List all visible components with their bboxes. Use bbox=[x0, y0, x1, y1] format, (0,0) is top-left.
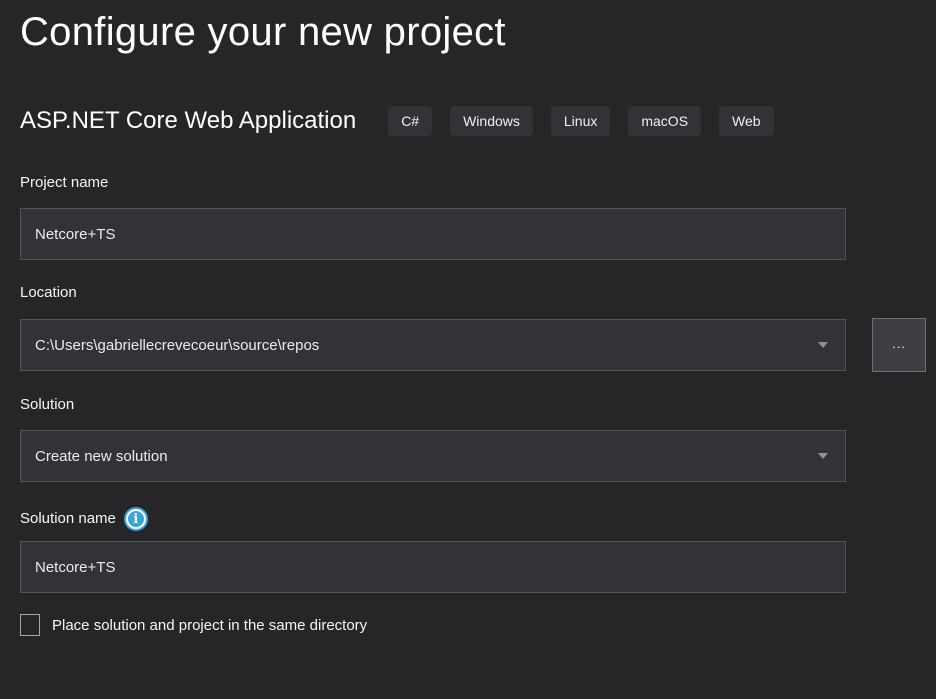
tag-windows: Windows bbox=[450, 106, 533, 136]
same-directory-checkbox-label: Place solution and project in the same d… bbox=[52, 617, 367, 634]
project-name-field: Project name bbox=[20, 174, 936, 260]
info-icon-glyph: i bbox=[133, 513, 138, 526]
location-row: C:\Users\gabriellecrevecoeur\source\repo… bbox=[20, 318, 936, 372]
chevron-down-icon bbox=[818, 453, 828, 459]
solution-field: Solution Create new solution bbox=[20, 396, 936, 482]
project-name-label: Project name bbox=[20, 174, 936, 192]
chevron-down-icon bbox=[818, 342, 828, 348]
tag-linux: Linux bbox=[551, 106, 610, 136]
configure-project-dialog: Configure your new project ASP.NET Core … bbox=[0, 8, 936, 636]
template-info-row: ASP.NET Core Web Application C# Windows … bbox=[20, 106, 936, 136]
tag-macos: macOS bbox=[628, 106, 701, 136]
same-directory-checkbox-row[interactable]: Place solution and project in the same d… bbox=[20, 614, 936, 636]
project-name-input[interactable] bbox=[20, 208, 846, 260]
page-title: Configure your new project bbox=[20, 8, 936, 56]
solution-name-input[interactable] bbox=[20, 541, 846, 593]
location-label: Location bbox=[20, 284, 936, 302]
solution-label: Solution bbox=[20, 396, 936, 414]
solution-name-label: Solution name bbox=[20, 510, 116, 528]
same-directory-checkbox[interactable] bbox=[20, 614, 40, 636]
browse-button[interactable]: ... bbox=[872, 318, 926, 372]
location-field: Location C:\Users\gabriellecrevecoeur\so… bbox=[20, 284, 936, 372]
tag-csharp: C# bbox=[388, 106, 432, 136]
location-combobox[interactable]: C:\Users\gabriellecrevecoeur\source\repo… bbox=[20, 319, 846, 371]
solution-value: Create new solution bbox=[35, 448, 168, 465]
solution-combobox[interactable]: Create new solution bbox=[20, 430, 846, 482]
template-tags: C# Windows Linux macOS Web bbox=[388, 106, 773, 136]
info-icon[interactable]: i bbox=[126, 509, 146, 529]
tag-web: Web bbox=[719, 106, 774, 136]
solution-name-label-row: Solution name i bbox=[20, 509, 936, 529]
solution-name-field: Solution name i bbox=[20, 509, 936, 593]
template-name: ASP.NET Core Web Application bbox=[20, 107, 356, 135]
location-value: C:\Users\gabriellecrevecoeur\source\repo… bbox=[35, 337, 319, 354]
